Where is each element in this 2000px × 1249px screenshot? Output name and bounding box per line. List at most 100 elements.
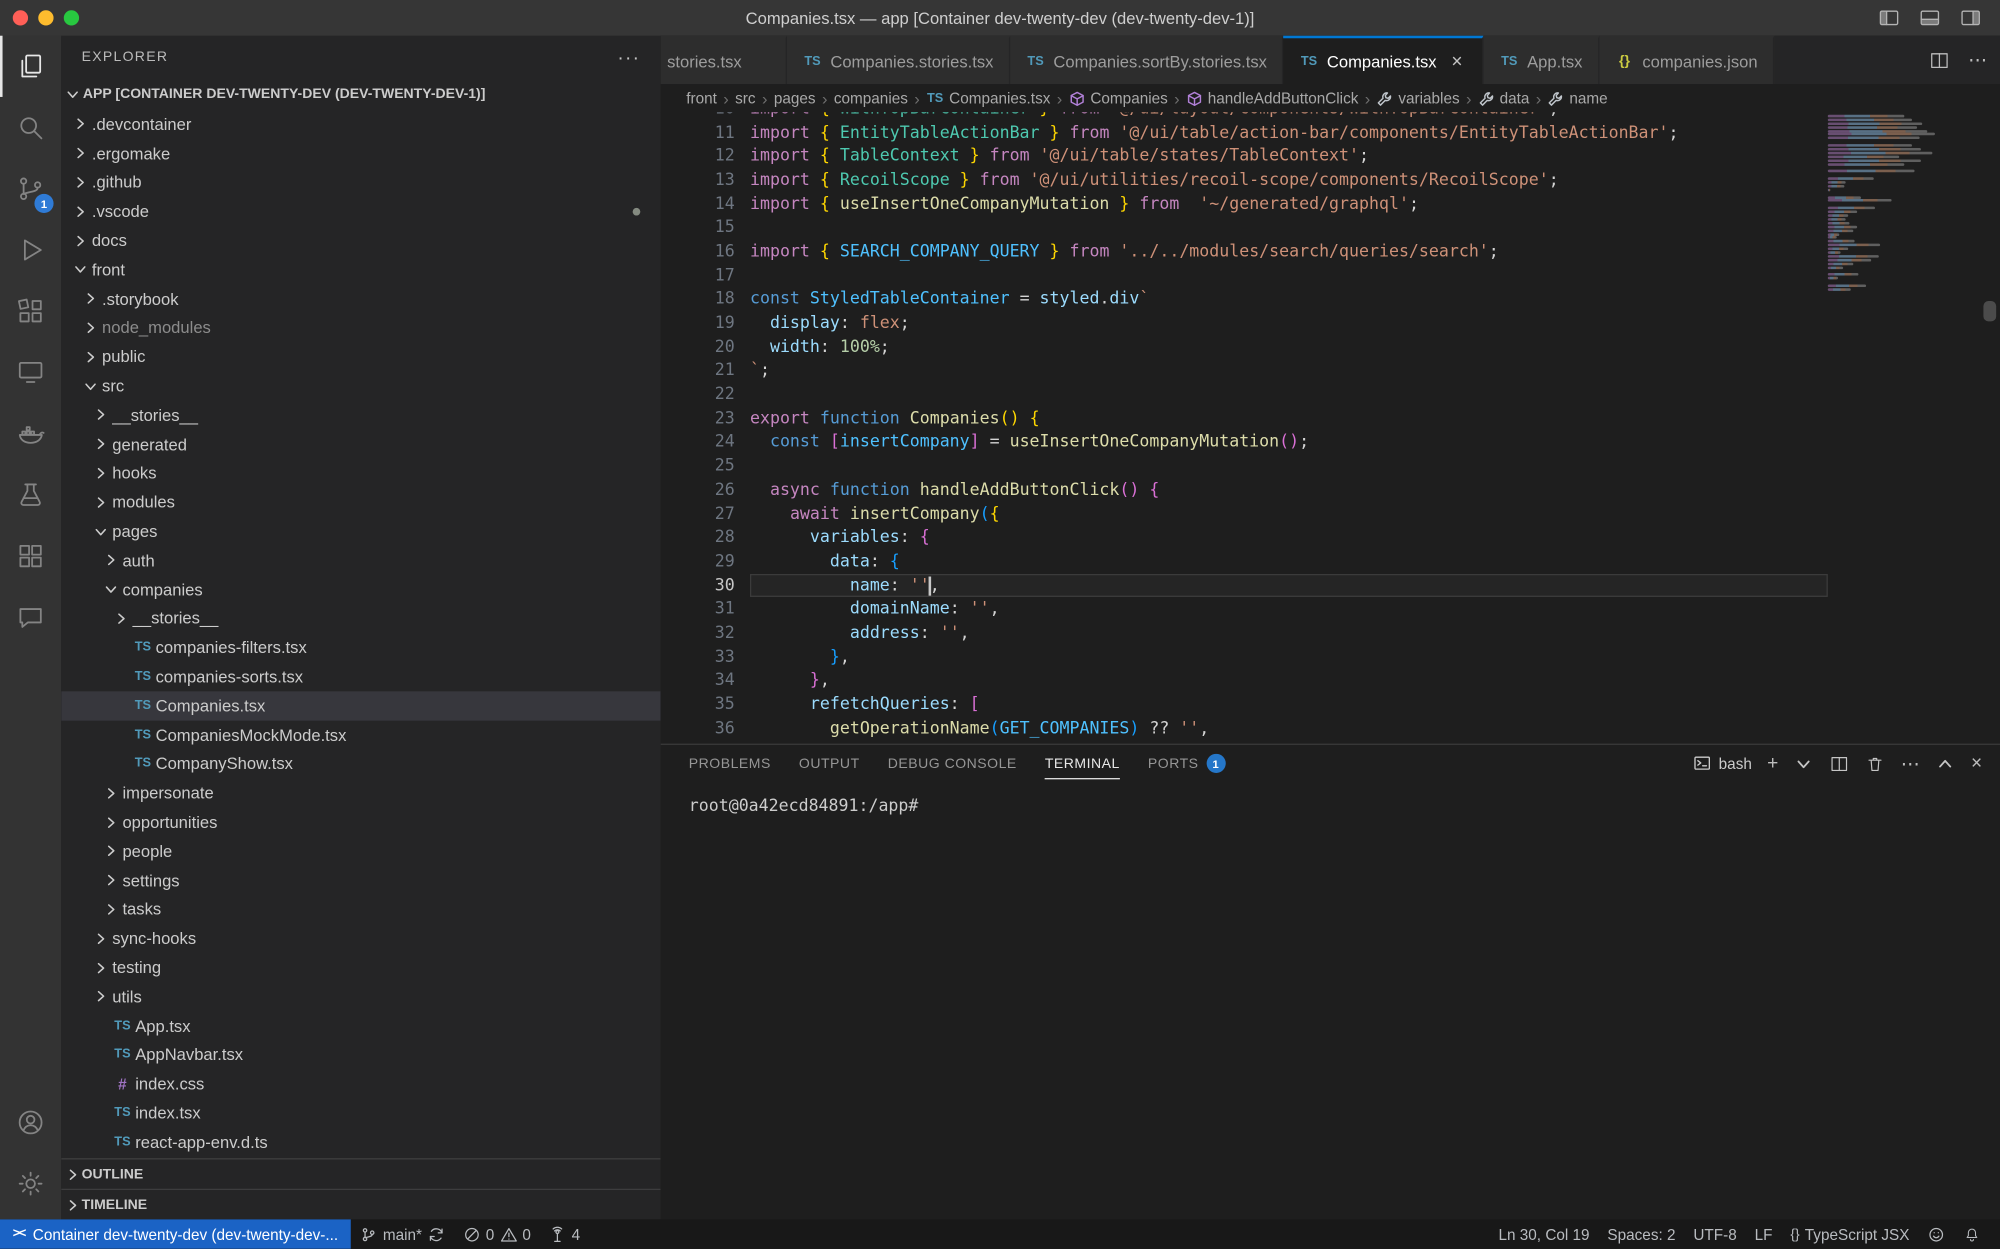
activity-chat[interactable] xyxy=(0,587,61,648)
sidebar-item-tasks[interactable]: tasks xyxy=(61,895,660,924)
notifications[interactable] xyxy=(1954,1225,1990,1243)
outline-section[interactable]: OUTLINE xyxy=(61,1158,660,1189)
activity-docker[interactable] xyxy=(0,403,61,464)
sidebar-item-App.tsx[interactable]: TSApp.tsx xyxy=(61,1011,660,1040)
tab-companies.json[interactable]: {}companies.json xyxy=(1599,36,1774,84)
code-line-35[interactable]: 35 refetchQueries: [ xyxy=(661,693,1828,717)
code-line-36[interactable]: 36 getOperationName(GET_COMPANIES) ?? ''… xyxy=(661,717,1828,741)
sidebar-item-opportunities[interactable]: opportunities xyxy=(61,808,660,837)
sidebar-item-sync-hooks[interactable]: sync-hooks xyxy=(61,924,660,953)
sidebar-item-auth[interactable]: auth xyxy=(61,546,660,575)
breadcrumb-src[interactable]: src xyxy=(735,89,755,107)
line-number[interactable]: 32 xyxy=(661,624,750,643)
sidebar-item-settings[interactable]: settings xyxy=(61,866,660,895)
line-number[interactable]: 21 xyxy=(661,361,750,380)
sidebar-item-CompaniesMockMode.tsx[interactable]: TSCompaniesMockMode.tsx xyxy=(61,720,660,749)
activity-explorer[interactable] xyxy=(0,36,61,97)
more-actions-icon[interactable]: ⋯ xyxy=(1968,48,1987,71)
sidebar-item-__stories__[interactable]: __stories__ xyxy=(61,604,660,633)
close-icon[interactable]: × xyxy=(1447,50,1467,72)
line-number[interactable]: 12 xyxy=(661,147,750,166)
terminal[interactable]: root@0a42ecd84891:/app# xyxy=(661,782,2000,1180)
code-line-28[interactable]: 28 variables: { xyxy=(661,526,1828,550)
sidebar-item-Companies.tsx[interactable]: TSCompanies.tsx xyxy=(61,691,660,720)
code-line-14[interactable]: 14import { useInsertOneCompanyMutation }… xyxy=(661,192,1828,216)
code-line-20[interactable]: 20 width: 100%; xyxy=(661,335,1828,359)
breadcrumb-data[interactable]: data xyxy=(1478,89,1529,107)
line-number[interactable]: 15 xyxy=(661,218,750,237)
code-line-25[interactable]: 25 xyxy=(661,454,1828,478)
panel-tab-problems[interactable]: PROBLEMS xyxy=(689,745,771,782)
code-line-21[interactable]: 21`; xyxy=(661,359,1828,383)
line-number[interactable]: 25 xyxy=(661,457,750,476)
line-number[interactable]: 29 xyxy=(661,552,750,571)
encoding[interactable]: UTF-8 xyxy=(1684,1225,1745,1243)
line-number[interactable]: 36 xyxy=(661,719,750,738)
activity-account[interactable] xyxy=(0,1092,61,1153)
code-line-13[interactable]: 13import { RecoilScope } from '@/ui/util… xyxy=(661,168,1828,192)
more-actions-icon[interactable]: ⋯ xyxy=(1901,752,1920,775)
line-number[interactable]: 28 xyxy=(661,528,750,547)
tab-Companies.stories.tsx[interactable]: TSCompanies.stories.tsx xyxy=(787,36,1010,84)
breadcrumb-pages[interactable]: pages xyxy=(774,89,816,107)
toggle-secondary-sidebar-icon[interactable] xyxy=(1959,6,1982,29)
line-number[interactable]: 34 xyxy=(661,671,750,690)
zoom-window-button[interactable] xyxy=(64,10,79,25)
breadcrumb-companies[interactable]: companies xyxy=(834,89,908,107)
sidebar-item-CompanyShow.tsx[interactable]: TSCompanyShow.tsx xyxy=(61,749,660,778)
sidebar-item-impersonate[interactable]: impersonate xyxy=(61,778,660,807)
sidebar-item-companies-filters.tsx[interactable]: TScompanies-filters.tsx xyxy=(61,633,660,662)
tab-Companies.tsx[interactable]: TSCompanies.tsx× xyxy=(1284,36,1484,84)
code-line-19[interactable]: 19 display: flex; xyxy=(661,311,1828,335)
close-panel-icon[interactable]: × xyxy=(1971,753,1982,775)
code-line-16[interactable]: 16import { SEARCH_COMPANY_QUERY } from '… xyxy=(661,240,1828,264)
line-number[interactable]: 13 xyxy=(661,171,750,190)
sidebar-item-react-app-env.d.ts[interactable]: TSreact-app-env.d.ts xyxy=(61,1127,660,1156)
breadcrumb-front[interactable]: front xyxy=(686,89,717,107)
line-number[interactable]: 18 xyxy=(661,290,750,309)
line-number[interactable]: 22 xyxy=(661,385,750,404)
indentation[interactable]: Spaces: 2 xyxy=(1598,1225,1684,1243)
minimize-window-button[interactable] xyxy=(38,10,53,25)
tab-Companies.sortBy.stories.tsx[interactable]: TSCompanies.sortBy.stories.tsx xyxy=(1010,36,1283,84)
maximize-panel-icon[interactable] xyxy=(1935,753,1955,773)
split-terminal-icon[interactable] xyxy=(1829,753,1849,773)
sidebar-item-pages[interactable]: pages xyxy=(61,517,660,546)
sidebar-item-AppNavbar.tsx[interactable]: TSAppNavbar.tsx xyxy=(61,1040,660,1069)
line-number[interactable]: 30 xyxy=(661,576,750,595)
sidebar-item-companies[interactable]: companies xyxy=(61,575,660,604)
language-mode[interactable]: {} TypeScript JSX xyxy=(1781,1225,1918,1243)
code-line-18[interactable]: 18const StyledTableContainer = styled.di… xyxy=(661,288,1828,312)
minimap[interactable] xyxy=(1828,115,1935,744)
activity-search[interactable] xyxy=(0,97,61,158)
timeline-section[interactable]: TIMELINE xyxy=(61,1189,660,1220)
sidebar-item-utils[interactable]: utils xyxy=(61,982,660,1011)
breadcrumb-Companies.tsx[interactable]: TSCompanies.tsx xyxy=(926,89,1050,107)
line-number[interactable]: 16 xyxy=(661,242,750,261)
panel-tab-ports[interactable]: PORTS1 xyxy=(1148,745,1225,782)
kill-terminal-icon[interactable] xyxy=(1865,753,1885,773)
problems-indicator[interactable]: 0 0 xyxy=(454,1219,540,1248)
activity-settings[interactable] xyxy=(0,1153,61,1214)
sidebar-item-companies-sorts.tsx[interactable]: TScompanies-sorts.tsx xyxy=(61,662,660,691)
tab-App.tsx[interactable]: TSApp.tsx xyxy=(1484,36,1599,84)
split-editor-icon[interactable] xyxy=(1929,49,1951,71)
line-number[interactable]: 24 xyxy=(661,433,750,452)
code-line-29[interactable]: 29 data: { xyxy=(661,550,1828,574)
code-line-31[interactable]: 31 domainName: '', xyxy=(661,597,1828,621)
sidebar-item-generated[interactable]: generated xyxy=(61,430,660,459)
sidebar-item-front[interactable]: front xyxy=(61,255,660,284)
code-line-10[interactable]: 10import { WithTopBarContainer } from '@… xyxy=(661,112,1828,121)
branch-indicator[interactable]: main* xyxy=(351,1219,454,1248)
remote-indicator[interactable]: >< Container dev-twenty-dev (dev-twenty-… xyxy=(0,1219,351,1248)
code-line-23[interactable]: 23export function Companies() { xyxy=(661,407,1828,431)
line-number[interactable]: 35 xyxy=(661,695,750,714)
ports-indicator[interactable]: 4 xyxy=(540,1219,589,1248)
code-line-22[interactable]: 22 xyxy=(661,383,1828,407)
feedback[interactable] xyxy=(1918,1225,1954,1243)
code-line-17[interactable]: 17 xyxy=(661,264,1828,288)
sidebar-item-.storybook[interactable]: .storybook xyxy=(61,284,660,313)
sidebar-item-docs[interactable]: docs xyxy=(61,226,660,255)
sidebar-item-modules[interactable]: modules xyxy=(61,488,660,517)
sidebar-item-testing[interactable]: testing xyxy=(61,953,660,982)
